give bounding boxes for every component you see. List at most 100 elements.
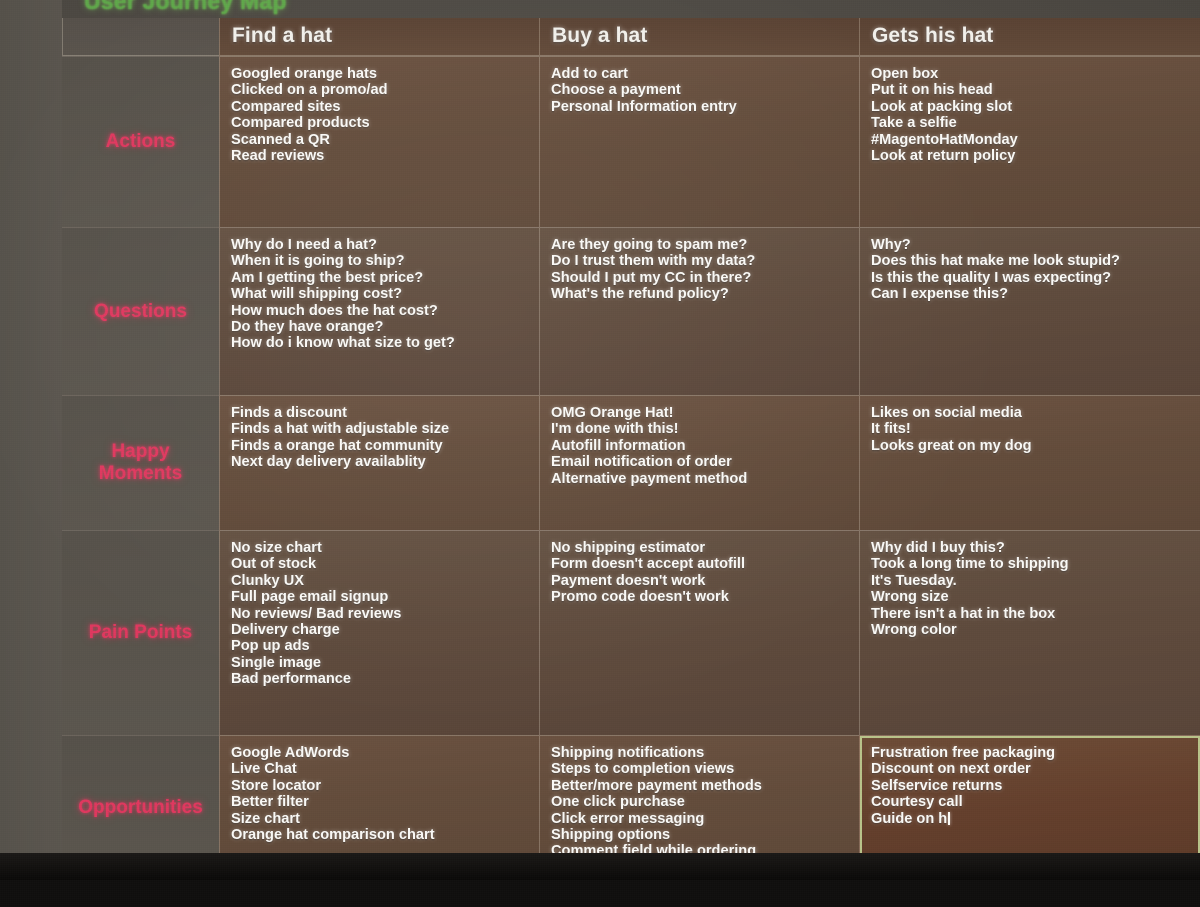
- table-cell-r2-c1[interactable]: Why do I need a hat? When it is going to …: [219, 227, 539, 395]
- cell-item: Look at return policy: [871, 148, 1016, 165]
- row-label-text: Opportunities: [78, 797, 203, 819]
- row-label-text: Happy Moments: [99, 441, 182, 485]
- cell-item: OMG Orange Hat!: [551, 405, 674, 421]
- cell-item: Delivery charge: [231, 622, 340, 639]
- cell-item-list: Add to cart Choose a payment Personal Info…: [551, 66, 849, 115]
- cell-item: Why?: [871, 237, 911, 253]
- cell-item: Read reviews: [231, 148, 325, 165]
- cell-item: Frustration free packaging: [871, 745, 1056, 761]
- cell-item: Look at packing slot: [871, 98, 1013, 115]
- cell-item: Next day delivery availablity: [231, 454, 426, 471]
- column-header-2[interactable]: Buy a hat: [539, 18, 859, 56]
- cell-item: Scanned a QR: [231, 131, 330, 148]
- cell-item: Full page email signup: [231, 589, 389, 606]
- cell-item: Email notification of order: [551, 454, 732, 471]
- slide-title: User Journey Map: [84, 0, 287, 14]
- row-label-4[interactable]: Pain Points: [62, 530, 219, 735]
- cell-item: How do i know what size to get?: [231, 335, 455, 352]
- cell-item: Courtesy call: [871, 794, 963, 811]
- cell-item: Payment doesn't work: [551, 572, 706, 589]
- cell-item: Store locator: [231, 777, 322, 794]
- cell-item-list: Likes on social media It fits! Looks great…: [871, 405, 1190, 454]
- cell-item-list: No size chart Out of stock Clunky UX Full p…: [231, 540, 529, 688]
- table-cell-r1-c1[interactable]: Googled orange hats Clicked on a promo/ad…: [219, 56, 539, 227]
- cell-item: Do they have orange?: [231, 319, 384, 336]
- cell-item: When it is going to ship?: [231, 253, 405, 270]
- cell-item: Wrong size: [871, 589, 949, 606]
- cell-item: There isn't a hat in the box: [871, 605, 1056, 622]
- row-label-2[interactable]: Questions: [62, 227, 219, 395]
- cell-item: Size chart: [231, 810, 300, 827]
- column-header-3[interactable]: Gets his hat: [859, 18, 1200, 56]
- cell-item: Compared sites: [231, 98, 341, 115]
- cell-item: Does this hat make me look stupid?: [871, 253, 1120, 270]
- table-cell-r3-c1[interactable]: Finds a discount Finds a hat with adjusta…: [219, 395, 539, 530]
- cell-item: Choose a payment: [551, 82, 681, 99]
- projector-photo: User Journey Map Find a hat Buy a hat Gets…: [0, 0, 1200, 907]
- column-header-label: Gets his hat: [872, 24, 994, 47]
- cell-item: Add to cart: [551, 66, 629, 82]
- table-cell-r3-c2[interactable]: OMG Orange Hat! I'm done with this! Autofi…: [539, 395, 859, 530]
- cell-item-list: Finds a discount Finds a hat with adjusta…: [231, 405, 529, 471]
- cell-item: Clunky UX: [231, 572, 304, 589]
- cell-item: Live Chat: [231, 761, 297, 778]
- cell-item: Clicked on a promo/ad: [231, 82, 388, 99]
- cell-item: Compared products: [231, 115, 370, 132]
- cell-item: Can I expense this?: [871, 286, 1009, 303]
- cell-item: Took a long time to shipping: [871, 556, 1069, 573]
- cell-item: Should I put my CC in there?: [551, 269, 752, 286]
- cell-item: Google AdWords: [231, 745, 350, 761]
- cell-item-list: Shipping notifications Steps to completio…: [551, 745, 849, 860]
- cell-item: Finds a discount: [231, 405, 347, 421]
- column-header-label: Buy a hat: [552, 24, 648, 47]
- cell-item: Put it on his head: [871, 82, 993, 99]
- cell-item: Take a selfie: [871, 115, 957, 132]
- cell-item: Discount on next order: [871, 761, 1031, 778]
- cell-item: Why do I need a hat?: [231, 237, 377, 253]
- projection-screen: User Journey Map Find a hat Buy a hat Gets…: [0, 0, 1200, 880]
- cell-item: What will shipping cost?: [231, 286, 403, 303]
- cell-item: Looks great on my dog: [871, 437, 1032, 454]
- cell-item: Orange hat comparison chart: [231, 827, 435, 844]
- cell-item: Out of stock: [231, 556, 317, 573]
- row-label-1[interactable]: Actions: [62, 56, 219, 227]
- cell-item: Single image: [231, 654, 322, 671]
- cell-item: Better filter: [231, 794, 309, 811]
- table-cell-r2-c2[interactable]: Are they going to spam me? Do I trust the…: [539, 227, 859, 395]
- row-label-3[interactable]: Happy Moments: [62, 395, 219, 530]
- column-header-1[interactable]: Find a hat: [219, 18, 539, 56]
- cell-item: Shipping notifications: [551, 745, 705, 761]
- cell-item-list: Are they going to spam me? Do I trust the…: [551, 237, 849, 303]
- cell-item: No reviews/ Bad reviews: [231, 605, 402, 622]
- cell-item-list: OMG Orange Hat! I'm done with this! Autofi…: [551, 405, 849, 487]
- cell-item: Are they going to spam me?: [551, 237, 748, 253]
- table-cell-r4-c3[interactable]: Why did I buy this? Took a long time to s…: [859, 530, 1200, 735]
- row-label-text: Pain Points: [88, 622, 193, 644]
- cell-item: Selfservice returns: [871, 777, 1003, 794]
- table-cell-r2-c3[interactable]: Why? Does this hat make me look stupid? Is…: [859, 227, 1200, 395]
- cell-item: It's Tuesday.: [871, 572, 957, 589]
- screen-bottom-edge: [0, 853, 1200, 880]
- cell-item: Finds a orange hat community: [231, 437, 443, 454]
- cell-item: Autofill information: [551, 437, 686, 454]
- cell-item-list: Googled orange hats Clicked on a promo/ad…: [231, 66, 529, 164]
- table-cell-r4-c2[interactable]: No shipping estimator Form doesn't accept…: [539, 530, 859, 735]
- cell-item: Guide on h: [871, 811, 1190, 827]
- cell-item: Personal Information entry: [551, 98, 737, 115]
- cell-item: Click error messaging: [551, 810, 705, 827]
- cell-item: Shipping options: [551, 827, 671, 844]
- cell-item: Finds a hat with adjustable size: [231, 421, 450, 438]
- cell-item-list: Google AdWords Live Chat Store locator Bett…: [231, 745, 529, 843]
- slide-left-margin: [0, 0, 62, 880]
- table-corner-cell: [62, 18, 219, 56]
- cell-item: Is this the quality I was expecting?: [871, 269, 1112, 286]
- table-cell-r1-c3[interactable]: Open box Put it on his head Look at packin…: [859, 56, 1200, 227]
- cell-item: What's the refund policy?: [551, 286, 729, 303]
- table-cell-r3-c3[interactable]: Likes on social media It fits! Looks great…: [859, 395, 1200, 530]
- table-cell-r4-c1[interactable]: No size chart Out of stock Clunky UX Full p…: [219, 530, 539, 735]
- cell-item: #MagentoHatMonday: [871, 131, 1018, 148]
- table-cell-r1-c2[interactable]: Add to cart Choose a payment Personal Info…: [539, 56, 859, 227]
- cell-item: How much does the hat cost?: [231, 302, 438, 319]
- cell-item: Steps to completion views: [551, 761, 735, 778]
- cell-item: I'm done with this!: [551, 421, 679, 438]
